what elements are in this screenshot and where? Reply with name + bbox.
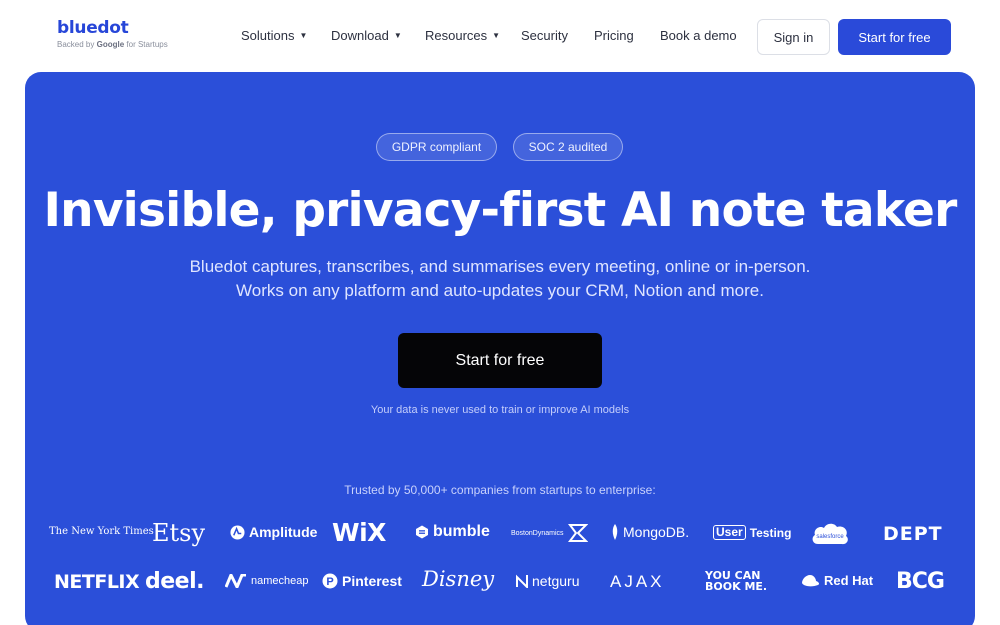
- tagline-prefix: Backed by: [57, 40, 95, 49]
- nav-resources[interactable]: Resources ▼: [425, 28, 500, 43]
- nav-solutions[interactable]: Solutions ▼: [241, 28, 307, 43]
- redhat-logo: Red Hat: [800, 573, 873, 588]
- salesforce-logo: salesforce: [810, 520, 850, 548]
- mongodb-leaf-icon: [612, 524, 618, 540]
- netguru-logo: netguru: [516, 573, 579, 589]
- etsy-logo: Etsy: [152, 519, 206, 547]
- bumble-logo: bumble: [415, 523, 490, 541]
- nav-download-label: Download: [331, 28, 389, 43]
- ajax-logo: AJAX: [610, 572, 665, 591]
- brand-name: bluedot: [57, 18, 129, 38]
- netguru-logo-text: netguru: [532, 573, 580, 589]
- usertesting-logo-box: User: [713, 525, 746, 540]
- deel-logo: deel.: [145, 569, 205, 594]
- nyt-logo: The New York Times: [49, 526, 154, 537]
- data-privacy-note: Your data is never used to train or impr…: [370, 404, 630, 416]
- nav-book-demo[interactable]: Book a demo: [660, 28, 737, 43]
- pinterest-icon: P: [322, 573, 338, 589]
- bcg-logo: BCG: [896, 569, 945, 594]
- soc2-badge: SOC 2 audited: [513, 133, 623, 161]
- pinterest-logo: P Pinterest: [322, 573, 402, 589]
- redhat-icon: [802, 574, 820, 586]
- bumble-icon: [416, 525, 428, 539]
- netguru-icon: [516, 574, 528, 588]
- youcanbookme-logo: YOU CAN BOOK ME.: [705, 570, 767, 592]
- namecheap-logo: namecheap: [225, 574, 309, 588]
- amplitude-icon: [230, 524, 245, 540]
- youcanbookme-line2: BOOK ME.: [705, 580, 768, 593]
- hero-subtitle-line2: Works on any platform and auto-updates y…: [236, 281, 764, 300]
- site-header: bluedot Backed by Google for Startups So…: [0, 0, 1000, 72]
- usertesting-logo-text: Testing: [749, 525, 792, 540]
- wix-logo: WiX: [332, 518, 386, 547]
- redhat-logo-text: Red Hat: [824, 573, 874, 588]
- dept-logo: DEPT: [883, 523, 943, 545]
- salesforce-logo-text: salesforce: [816, 534, 844, 540]
- mongodb-logo-text: MongoDB.: [623, 524, 690, 540]
- amplitude-logo: Amplitude: [230, 524, 317, 540]
- bumble-logo-text: bumble: [433, 523, 490, 540]
- nav-security[interactable]: Security: [521, 28, 568, 43]
- dept-logo-text: DEPT: [883, 523, 943, 545]
- pinterest-logo-text: Pinterest: [342, 573, 402, 589]
- brand-tagline: Backed by Google for Startups: [57, 40, 168, 49]
- nav-download[interactable]: Download ▼: [331, 28, 402, 43]
- hero-headline: Invisible, privacy-first AI note taker: [43, 183, 958, 238]
- chevron-down-icon: ▼: [492, 31, 501, 40]
- svg-text:P: P: [326, 576, 333, 588]
- usertesting-logo: User Testing: [713, 525, 791, 540]
- hero-section: GDPR compliant SOC 2 audited Invisible, …: [25, 72, 975, 625]
- start-free-header-button[interactable]: Start for free: [838, 19, 951, 55]
- namecheap-logo-text: namecheap: [251, 575, 309, 587]
- sign-in-button[interactable]: Sign in: [757, 19, 830, 55]
- namecheap-icon: [225, 574, 246, 588]
- chevron-down-icon: ▼: [393, 31, 402, 40]
- nav-solutions-label: Solutions: [241, 28, 295, 43]
- disney-logo: Disney: [422, 567, 495, 591]
- amplitude-logo-text: Amplitude: [249, 524, 318, 540]
- tagline-suffix: for Startups: [126, 40, 168, 49]
- netflix-logo: NETFLIX: [54, 571, 140, 593]
- hero-subtitle-line1: Bluedot captures, transcribes, and summa…: [189, 257, 811, 276]
- chevron-down-icon: ▼: [299, 31, 308, 40]
- nav-pricing[interactable]: Pricing: [594, 28, 634, 43]
- bluedot-logo[interactable]: bluedot Backed by Google for Startups: [57, 19, 168, 49]
- trusted-by-text: Trusted by 50,000+ companies from startu…: [344, 483, 656, 497]
- gdpr-badge: GDPR compliant: [376, 133, 497, 161]
- start-free-cta-button[interactable]: Start for free: [398, 333, 602, 388]
- salesforce-cloud-icon: salesforce: [812, 523, 848, 545]
- boston-dynamics-logo-text: BostonDynamics: [511, 529, 564, 537]
- boston-dynamics-icon: [567, 524, 588, 542]
- tagline-google: Google: [96, 40, 125, 49]
- nav-resources-label: Resources: [425, 28, 488, 43]
- mongodb-logo: MongoDB.: [611, 524, 689, 540]
- boston-dynamics-logo: BostonDynamics: [511, 523, 588, 543]
